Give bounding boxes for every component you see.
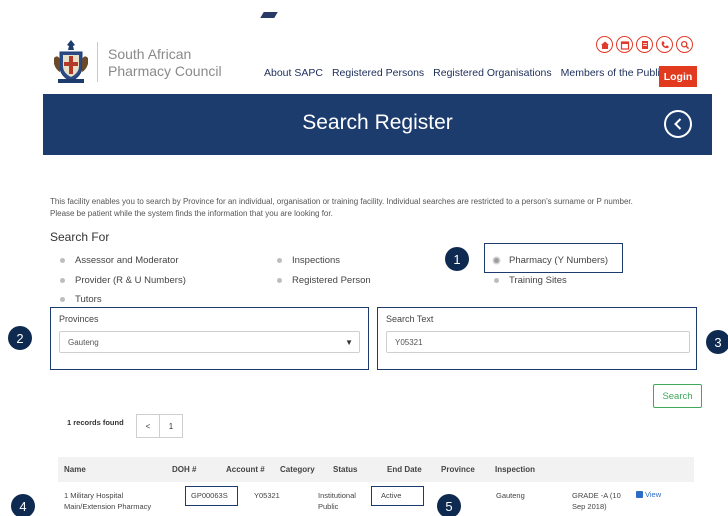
- radio-dot[interactable]: [494, 278, 499, 283]
- col-account: Account #: [226, 465, 265, 474]
- logo-line-2: Pharmacy Council: [108, 63, 222, 79]
- intro-line-1: This facility enables you to search by P…: [50, 197, 633, 206]
- records-found: 1 records found: [67, 418, 124, 427]
- step-marker-4: 4: [11, 494, 35, 516]
- logo-divider: [97, 42, 98, 82]
- view-link[interactable]: View: [636, 490, 661, 499]
- radio-label: Inspections: [292, 255, 341, 266]
- view-icon: [636, 491, 643, 498]
- view-label: View: [645, 490, 662, 499]
- document-icon[interactable]: [636, 36, 653, 53]
- back-button[interactable]: [664, 110, 692, 138]
- logo-line-1: South African: [108, 46, 192, 62]
- page-banner: Search Register: [43, 94, 712, 155]
- radio-label: Training Sites: [509, 275, 567, 286]
- row-category-line-1: Institutional: [318, 491, 356, 500]
- search-icon[interactable]: [676, 36, 693, 53]
- radio-dot[interactable]: [277, 278, 282, 283]
- nav-registered-persons[interactable]: Registered Persons: [332, 67, 424, 79]
- row-account: Y05321: [254, 491, 280, 500]
- phone-icon[interactable]: [656, 36, 673, 53]
- radio-dot[interactable]: [60, 278, 65, 283]
- radio-label: Provider (R & U Numbers): [75, 275, 186, 286]
- login-button[interactable]: Login: [659, 66, 697, 87]
- radio-label: Tutors: [75, 294, 102, 305]
- decorative-mark: [260, 12, 278, 18]
- col-province: Province: [441, 465, 475, 474]
- row-category-line-2: Public: [318, 502, 339, 511]
- step-marker-3: 3: [706, 330, 728, 354]
- row-name-line-1: 1 Military Hospital: [64, 491, 124, 500]
- step-marker-5: 5: [437, 494, 461, 516]
- results-table-header: Name DOH # Account # Category Status End…: [58, 457, 694, 482]
- radio-training-sites[interactable]: Training Sites: [494, 275, 567, 286]
- search-text-input[interactable]: Y05321: [386, 331, 690, 353]
- radio-dot[interactable]: [60, 258, 65, 263]
- radio-dot[interactable]: [277, 258, 282, 263]
- calendar-icon[interactable]: [616, 36, 633, 53]
- search-for-heading: Search For: [50, 230, 110, 244]
- nav-members-of-the-public[interactable]: Members of the Public: [561, 67, 665, 79]
- quick-icons: [596, 36, 693, 53]
- pagination: < 1: [136, 414, 183, 438]
- row-name-line-2: Main/Extension Pharmacy: [64, 502, 152, 511]
- pager-prev-button[interactable]: <: [136, 414, 160, 438]
- col-category: Category: [280, 465, 315, 474]
- pager-page-1[interactable]: 1: [159, 414, 183, 438]
- logo-text[interactable]: South African Pharmacy Council: [108, 46, 222, 80]
- row-doh: GP00063S: [191, 491, 228, 500]
- highlight-pharmacy-option: [484, 243, 623, 273]
- search-text-panel: Search Text Y05321: [377, 307, 697, 370]
- col-inspection: Inspection: [495, 465, 536, 474]
- radio-provider[interactable]: Provider (R & U Numbers): [60, 275, 186, 286]
- radio-dot[interactable]: [60, 297, 65, 302]
- radio-tutors[interactable]: Tutors: [60, 294, 102, 305]
- col-name: Name: [64, 465, 86, 474]
- radio-inspections[interactable]: Inspections: [277, 255, 340, 266]
- col-end-date: End Date: [387, 465, 422, 474]
- radio-label: Registered Person: [292, 275, 371, 286]
- nav-registered-organisations[interactable]: Registered Organisations: [433, 67, 551, 79]
- step-marker-1: 1: [445, 247, 469, 271]
- row-inspection-line-2: Sep 2018): [572, 502, 607, 511]
- crest-logo-icon[interactable]: [52, 38, 90, 84]
- row-inspection: GRADE -A (10 Sep 2018): [572, 490, 621, 512]
- radio-label: Assessor and Moderator: [75, 255, 179, 266]
- row-category: Institutional Public: [318, 490, 356, 512]
- province-value: Gauteng: [68, 337, 99, 347]
- main-nav: About SAPC Registered Persons Registered…: [264, 67, 665, 79]
- step-marker-2: 2: [8, 326, 32, 350]
- home-icon[interactable]: [596, 36, 613, 53]
- provinces-panel: Provinces Gauteng ▼: [50, 307, 369, 370]
- radio-assessor-moderator[interactable]: Assessor and Moderator: [60, 255, 179, 266]
- col-doh: DOH #: [172, 465, 197, 474]
- intro-line-2: Please be patient while the system finds…: [50, 209, 333, 218]
- nav-about-sapc[interactable]: About SAPC: [264, 67, 323, 79]
- dropdown-arrow-icon: ▼: [345, 338, 353, 347]
- intro-text: This facility enables you to search by P…: [50, 196, 700, 220]
- search-text-label: Search Text: [386, 314, 434, 324]
- row-status: Active: [381, 491, 402, 500]
- col-status: Status: [333, 465, 358, 474]
- search-button[interactable]: Search: [653, 384, 702, 408]
- chevron-left-icon: [674, 118, 682, 130]
- provinces-label: Provinces: [59, 314, 99, 324]
- row-province: Gauteng: [496, 491, 525, 500]
- page-title: Search Register: [302, 111, 453, 134]
- radio-registered-person[interactable]: Registered Person: [277, 275, 371, 286]
- row-inspection-line-1: GRADE -A (10: [572, 491, 621, 500]
- province-select[interactable]: Gauteng ▼: [59, 331, 360, 353]
- row-name: 1 Military Hospital Main/Extension Pharm…: [64, 490, 151, 512]
- search-text-value: Y05321: [395, 337, 423, 347]
